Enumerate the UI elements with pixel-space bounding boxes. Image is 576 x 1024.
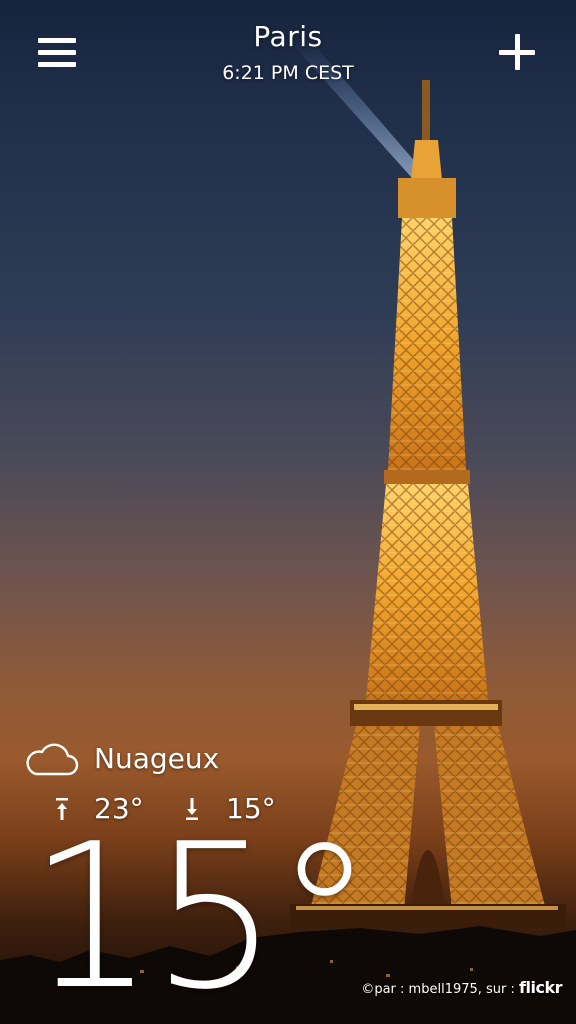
photo-credit-link[interactable]: ©par : mbell1975, sur : flickr — [361, 978, 562, 997]
add-location-button[interactable] — [490, 28, 544, 78]
weather-screen[interactable]: Paris 6:21 PM CEST Nuageux 23° 15° 15° ©… — [0, 0, 576, 1024]
flickr-logo: flickr — [519, 978, 562, 997]
weather-condition: Nuageux — [94, 742, 220, 775]
current-temperature: 15° — [28, 801, 374, 1024]
searchlight-beam — [292, 40, 424, 178]
cloud-icon — [26, 743, 79, 776]
photo-credit-text: ©par : mbell1975, sur : — [361, 982, 520, 997]
